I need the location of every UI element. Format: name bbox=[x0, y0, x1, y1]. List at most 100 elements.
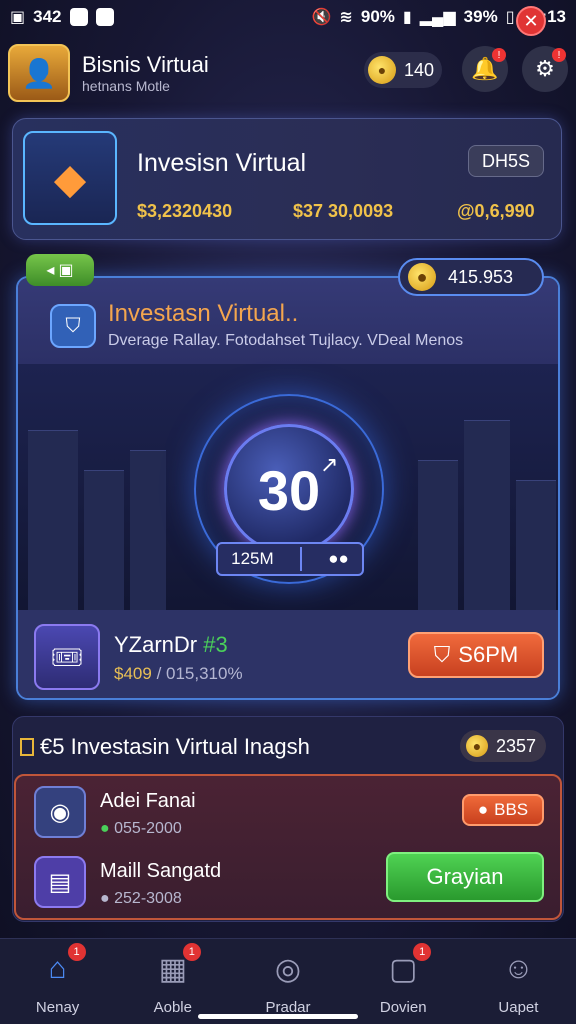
main-investment-panel: ⛉ Investasn Virtual.. Dverage Rallay. Fo… bbox=[16, 276, 560, 700]
card-stat-1: $3,2320430 bbox=[137, 201, 233, 221]
user-icon: ☺ bbox=[503, 952, 534, 985]
status-bar: ▣ 342 🔇 ≋ 90% ▮ ▂▄▆ 39% ▯ 22:13 bbox=[0, 0, 576, 34]
row-1-range: ● 055-2000 bbox=[100, 820, 182, 838]
coin-balance[interactable]: ● 140 bbox=[364, 52, 442, 88]
close-button[interactable]: ✕ bbox=[516, 6, 546, 36]
checkbox-icon bbox=[20, 738, 34, 756]
item-title-prefix: YZarnDr bbox=[114, 632, 198, 657]
avatar[interactable]: 👤 bbox=[8, 44, 70, 102]
gear-icon: ⚙ bbox=[535, 56, 555, 81]
coin-icon: ● bbox=[368, 56, 396, 84]
score-pill[interactable]: ● 415.953 bbox=[398, 258, 544, 296]
row-1-button-label: BBS bbox=[494, 800, 529, 819]
revenue-value: 125M bbox=[231, 549, 274, 568]
status-percent-2: 39% bbox=[463, 7, 498, 26]
mute-icon: 🔇 bbox=[311, 9, 332, 26]
coins-icon: ● bbox=[477, 800, 489, 819]
document-icon: ▢ 1 bbox=[383, 943, 432, 989]
featured-item-row: 🎟 YZarnDr #3 $409 / 015,310% ⛉ S6PM bbox=[18, 610, 558, 698]
home-indicator[interactable] bbox=[198, 1014, 358, 1019]
box-icon: ▣ bbox=[58, 262, 74, 279]
shield-small-icon: ⛉ bbox=[433, 642, 451, 667]
investment-cube-icon: ◆ bbox=[23, 131, 117, 225]
list-badge-value: 2357 bbox=[496, 735, 537, 756]
card-stat-3: @0,6,990 bbox=[457, 201, 535, 221]
divider bbox=[299, 547, 302, 571]
signal-icon: ▂▄▆ bbox=[419, 9, 456, 26]
arrow-icon: ◂ bbox=[46, 262, 55, 279]
investment-summary-card[interactable]: ◆ Invesisn Virtual DH5S $3,2320430 $37 3… bbox=[12, 118, 562, 240]
status-dot-icon: ● bbox=[100, 820, 110, 837]
arrow-up-icon: ↗ bbox=[320, 452, 339, 477]
coins-icon: ●● bbox=[328, 549, 349, 568]
bottom-nav: ⌂ 1 Nenay ▦ 1 Aoble ◎ Pradar ▢ 1 Dovien ☺ U… bbox=[0, 938, 576, 1024]
nav-item-home[interactable]: ⌂ 1 Nenay bbox=[0, 939, 115, 1024]
panel-title: Investasn Virtual.. bbox=[108, 300, 299, 327]
battery-saver-icon: ▮ bbox=[402, 9, 412, 26]
nav-label: Aoble bbox=[153, 999, 192, 1016]
settings-badge: ! bbox=[552, 48, 566, 62]
status-left-text: 342 bbox=[33, 7, 62, 26]
battery-icon: ▯ bbox=[505, 9, 515, 26]
token-icon: ● bbox=[408, 263, 436, 291]
row-2-range-text: 252-3008 bbox=[114, 890, 182, 907]
list-title-text: €5 Investasin Virtual Inagsh bbox=[40, 734, 310, 759]
home-icon: ⌂ 1 bbox=[38, 943, 86, 989]
notification-badge: ! bbox=[492, 48, 506, 62]
nav-label: Uapet bbox=[498, 999, 539, 1016]
nav-label: Dovien bbox=[379, 999, 427, 1016]
status-dot-icon: ● bbox=[100, 890, 110, 907]
row-2-range: ● 252-3008 bbox=[100, 890, 182, 908]
panel-subtitle: Dverage Rallay. Fotodahset Tujlacy. VDea… bbox=[108, 332, 464, 349]
coin-icon: ● bbox=[466, 735, 488, 757]
nav-item-aoble[interactable]: ▦ 1 Aoble bbox=[115, 939, 230, 1024]
notification-icon: ▣ bbox=[10, 9, 26, 26]
nav-item-uapet[interactable]: ☺ Uapet bbox=[461, 939, 576, 1024]
nav-label: Nenay bbox=[35, 999, 80, 1016]
app-subtitle: hetnans Motle bbox=[82, 78, 170, 94]
item-meta-value: $409 bbox=[114, 664, 152, 683]
category-tag[interactable]: ◂ ▣ bbox=[26, 254, 94, 286]
revenue-pill[interactable]: 125M ●● bbox=[216, 542, 364, 576]
shield-icon: ⛉ bbox=[50, 304, 96, 348]
item-title: YZarnDr #3 bbox=[114, 632, 228, 658]
building bbox=[418, 460, 458, 610]
action-button[interactable]: ⛉ S6PM bbox=[408, 632, 544, 678]
close-icon: ✕ bbox=[523, 10, 539, 31]
row-2-button[interactable]: Grayian bbox=[386, 852, 544, 902]
app-icon bbox=[69, 8, 88, 26]
compass-icon: ◎ bbox=[274, 952, 302, 986]
row-1-range-text: 055-2000 bbox=[114, 820, 182, 837]
action-label: S6PM bbox=[458, 642, 519, 667]
card-pill-button[interactable]: DH5S bbox=[468, 145, 544, 177]
list-title: €5 Investasin Virtual Inagsh bbox=[20, 734, 310, 760]
item-meta: $409 / 015,310% bbox=[114, 664, 243, 684]
card-title: Invesisn Virtual bbox=[137, 149, 307, 177]
wifi-icon: ≋ bbox=[339, 9, 353, 26]
list-badge: ● 2357 bbox=[460, 730, 546, 762]
app-header: 👤 Bisnis Virtuai hetnans Motle ● 140 🔔 !… bbox=[0, 38, 576, 108]
building bbox=[464, 420, 510, 610]
building bbox=[84, 470, 124, 610]
server-icon: ▤ bbox=[34, 856, 86, 908]
row-1-name: Adei Fanai bbox=[100, 790, 196, 812]
app-title: Bisnis Virtuai bbox=[82, 52, 209, 77]
row-2-name: Maill Sangatd bbox=[100, 860, 222, 882]
ticket-icon: 🎟 bbox=[34, 624, 100, 690]
status-percent-1: 90% bbox=[360, 7, 395, 26]
card-stat-2: $37 30,0093 bbox=[293, 201, 394, 221]
settings-button[interactable]: ⚙ ! bbox=[522, 46, 568, 92]
building bbox=[130, 450, 166, 610]
disc-icon: ◉ bbox=[34, 786, 86, 838]
nav-badge: 1 bbox=[182, 943, 201, 961]
nav-badge: 1 bbox=[413, 943, 432, 961]
item-title-suffix: #3 bbox=[203, 632, 228, 657]
item-meta-rest: / 015,310% bbox=[156, 664, 243, 683]
notification-button[interactable]: 🔔 ! bbox=[462, 46, 508, 92]
building bbox=[28, 430, 78, 610]
nav-item-pradar[interactable]: ◎ Pradar bbox=[230, 939, 345, 1024]
row-1-button[interactable]: ● BBS bbox=[462, 794, 544, 826]
nav-badge: 1 bbox=[67, 943, 86, 961]
nav-item-dovien[interactable]: ▢ 1 Dovien bbox=[346, 939, 461, 1024]
coin-value: 140 bbox=[404, 59, 435, 80]
